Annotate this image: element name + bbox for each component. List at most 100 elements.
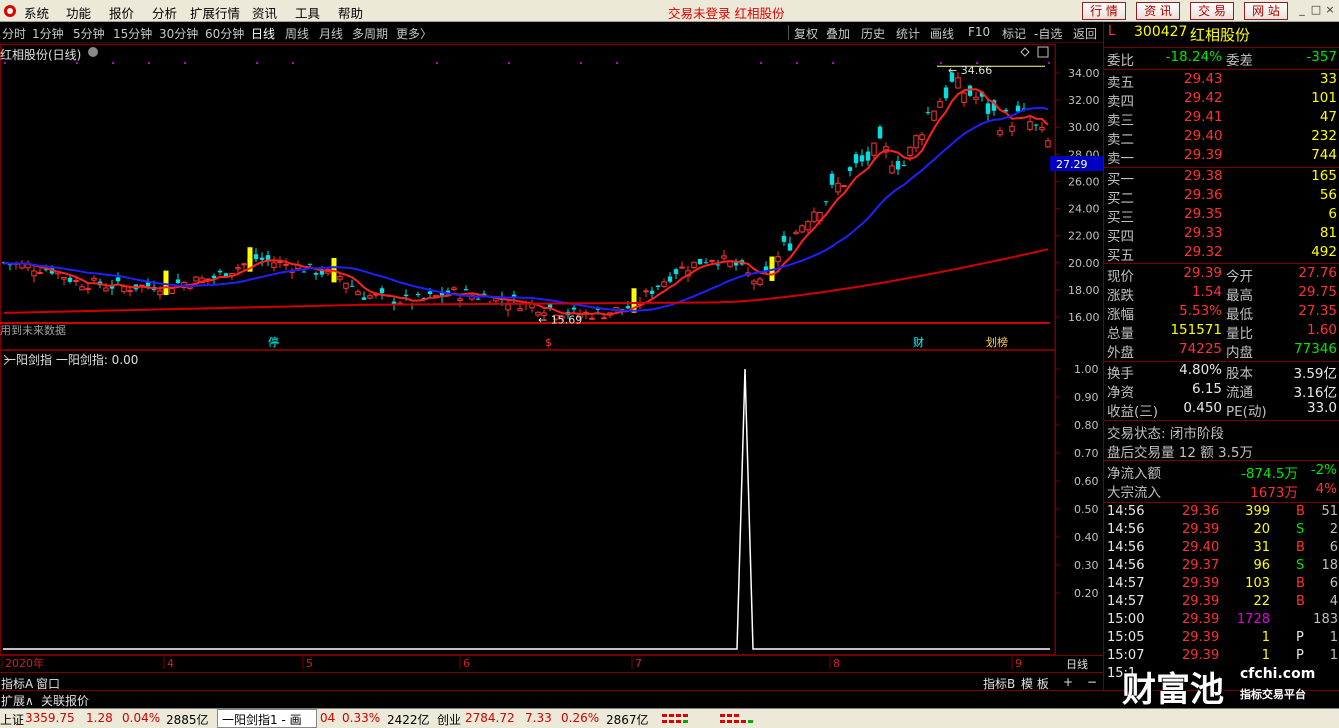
price-axis-label: 20.00 [1068, 257, 1100, 270]
ask-row[interactable]: 卖一 29.39 744 [1104, 147, 1339, 167]
candle-body [283, 263, 289, 266]
candle-body [937, 101, 943, 108]
watchlist-button[interactable]: -自选 [1034, 25, 1062, 42]
statistics-button[interactable]: 统计 [896, 25, 920, 42]
menu-news[interactable]: 资讯 [252, 3, 277, 22]
period-tab[interactable]: 周线 [285, 25, 309, 42]
ask-row[interactable]: 卖三 29.41 47 [1104, 109, 1339, 129]
menu-system[interactable]: 系统 [24, 3, 49, 22]
period-tab[interactable]: 5分钟 [73, 25, 105, 42]
cy-index-change: 7.33 [525, 711, 552, 725]
bid-price: 29.32 [1184, 244, 1223, 260]
back-button[interactable]: 返回 [1073, 25, 1097, 42]
more-periods-button[interactable]: 更多〉 [396, 25, 432, 42]
candle-body [415, 293, 421, 296]
trade-button[interactable]: 交 易 [1190, 2, 1234, 20]
tick-row: 14:57 29.39 103 B 6 [1107, 576, 1338, 591]
candle-body [337, 276, 343, 280]
minimize-icon[interactable]: _ [1296, 3, 1308, 17]
top-marker-dot [796, 62, 798, 64]
candle-body [37, 271, 43, 274]
related-quotes-tab[interactable]: 关联报价 [41, 692, 89, 709]
period-tab[interactable]: 分时 [2, 25, 26, 42]
bid-row[interactable]: 买四 29.33 81 [1104, 225, 1339, 245]
candle-body [241, 263, 247, 266]
period-tab[interactable]: 30分钟 [159, 25, 198, 42]
menu-analysis[interactable]: 分析 [152, 3, 177, 22]
period-tab[interactable]: 多周期 [352, 25, 388, 42]
candle-body [157, 290, 163, 296]
date-axis: 2020年 4 5 6 7 8 9 [0, 655, 1103, 670]
add-window-button[interactable]: + [1063, 675, 1073, 689]
period-tab[interactable]: 1分钟 [32, 25, 64, 42]
cy-index-amount: 2867亿 [606, 713, 649, 727]
candle-body [847, 167, 853, 171]
candle-body [913, 135, 919, 149]
remove-window-button[interactable]: − [1087, 675, 1097, 689]
mark-button[interactable]: 标记 [1002, 25, 1026, 42]
tick-row: 14:56 29.37 96 S 18 [1107, 558, 1338, 573]
history-button[interactable]: 历史 [861, 25, 885, 42]
ask-row[interactable]: 卖二 29.40 232 [1104, 128, 1339, 148]
ask-row[interactable]: 卖四 29.42 101 [1104, 90, 1339, 110]
period-tab[interactable]: 60分钟 [205, 25, 244, 42]
candle-body [679, 266, 685, 269]
overlay-button[interactable]: 叠加 [826, 25, 850, 42]
tick-row: 15:00 29.39 1728 183 [1107, 612, 1338, 627]
candle-body [211, 275, 217, 279]
bid-row[interactable]: 买三 29.35 6 [1104, 206, 1339, 226]
restore-rights-button[interactable]: 复权 [794, 25, 818, 42]
top-marker-dot [616, 62, 618, 64]
menu-help[interactable]: 帮助 [338, 3, 363, 22]
f10-button[interactable]: F10 [968, 25, 990, 39]
candle-body [31, 270, 37, 277]
expand-button[interactable]: 扩展∧ [1, 692, 34, 709]
bid-row[interactable]: 买一 29.38 165 [1104, 168, 1339, 188]
candle-body [865, 151, 871, 161]
indicator-tab-popup[interactable]: 一阳剑指1 - 画图 [217, 709, 317, 728]
high-price-label: ← 34.66 [948, 64, 992, 77]
candle-body [259, 257, 265, 260]
candle-body [475, 298, 481, 300]
capital-flow-row: 大宗流入 1673万 4% [1107, 481, 1337, 501]
menu-quote[interactable]: 报价 [109, 3, 134, 22]
period-tab-active[interactable]: 日线 [251, 25, 275, 42]
watermark-site: cfchi.com [1240, 666, 1316, 682]
draw-line-button[interactable]: 画线 [930, 25, 954, 42]
candle-body [367, 295, 373, 299]
indicator-chart[interactable]: 1.00 0.90 0.80 0.70 0.60 0.50 0.40 0.30 0.20 [0, 350, 1103, 655]
signal-candle [163, 270, 169, 296]
period-tab[interactable]: 15分钟 [113, 25, 152, 42]
close-icon[interactable]: × [1324, 3, 1336, 17]
kline-chart[interactable]: 34.0032.0030.0028.0026.0024.0022.0020.00… [0, 44, 1103, 350]
menu-tools[interactable]: 工具 [295, 3, 320, 22]
menu-function[interactable]: 功能 [66, 3, 91, 22]
candle-body [643, 290, 649, 293]
candle-body [703, 262, 709, 264]
candle-body [997, 130, 1003, 136]
ask-row[interactable]: 卖五 29.43 33 [1104, 71, 1339, 91]
candle-body [895, 161, 901, 170]
period-tab[interactable]: 月线 [319, 25, 343, 42]
date-axis-label: 9 [1015, 657, 1022, 670]
ask-volume: 47 [1319, 109, 1337, 125]
candle-body [877, 126, 883, 139]
current-price-label: 27.29 [1056, 158, 1088, 171]
market-button[interactable]: 行 情 [1082, 2, 1126, 20]
menu-bar: 系统 功能 报价 分析 扩展行情 资讯 工具 帮助 交易未登录 红相股份 行 情… [0, 0, 1339, 22]
tick-row: 14:56 29.36 399 B 51 [1107, 504, 1338, 519]
candle-body [691, 261, 697, 269]
fundamental-row: 净资 6.15 流通 3.16亿 [1107, 381, 1337, 401]
website-button[interactable]: 网 站 [1244, 2, 1288, 20]
market-breadth-icon [662, 714, 753, 723]
bid-row[interactable]: 买二 29.36 56 [1104, 187, 1339, 207]
maximize-icon[interactable]: □ [1310, 3, 1322, 17]
top-marker-dot [184, 62, 186, 64]
sz-index-pct: 0.33% [342, 711, 381, 725]
news-button[interactable]: 资 讯 [1136, 2, 1180, 20]
chart-settings-icon[interactable] [88, 47, 98, 57]
menu-extended-market[interactable]: 扩展行情 [190, 3, 240, 22]
bid-price: 29.33 [1184, 225, 1223, 241]
indicator-tabs-bar: 指标A 窗口 指标B 模 板 + − [0, 672, 1103, 691]
bid-row[interactable]: 买五 29.32 492 [1104, 244, 1339, 264]
